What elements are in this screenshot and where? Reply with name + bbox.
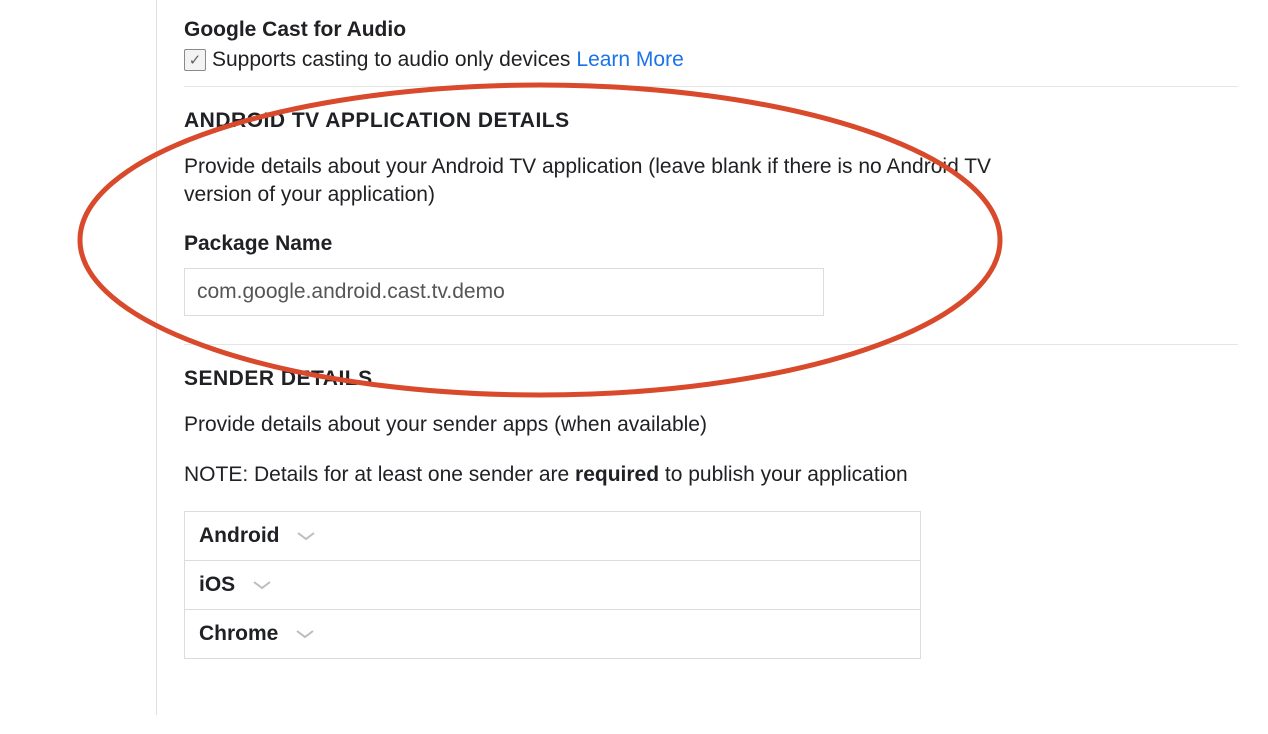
learn-more-link[interactable]: Learn More: [576, 48, 683, 72]
cast-audio-title: Google Cast for Audio: [184, 18, 1238, 42]
sender-row-label: Android: [199, 524, 279, 548]
android-tv-description: Provide details about your Android TV ap…: [184, 153, 1054, 210]
audio-support-checkbox[interactable]: ✓: [184, 49, 206, 71]
sender-row-ios[interactable]: iOS: [185, 560, 920, 609]
package-name-label: Package Name: [184, 232, 1238, 256]
sender-row-android[interactable]: Android: [185, 512, 920, 560]
sender-platform-list: Android iOS Chrome: [184, 511, 921, 659]
sender-row-label: iOS: [199, 573, 235, 597]
sender-row-label: Chrome: [199, 622, 278, 646]
sender-header: SENDER DETAILS: [184, 367, 1238, 391]
chevron-down-icon: [251, 579, 273, 591]
divider: [184, 344, 1238, 345]
sender-row-chrome[interactable]: Chrome: [185, 609, 920, 658]
package-name-input[interactable]: com.google.android.cast.tv.demo: [184, 268, 824, 316]
sender-description: Provide details about your sender apps (…: [184, 411, 1054, 439]
sender-note: NOTE: Details for at least one sender ar…: [184, 461, 1054, 489]
divider: [184, 86, 1238, 87]
android-tv-header: ANDROID TV APPLICATION DETAILS: [184, 109, 1238, 133]
chevron-down-icon: [295, 530, 317, 542]
chevron-down-icon: [294, 628, 316, 640]
left-divider: [156, 0, 157, 715]
package-name-value: com.google.android.cast.tv.demo: [197, 280, 505, 304]
audio-support-label: Supports casting to audio only devices: [212, 48, 570, 72]
